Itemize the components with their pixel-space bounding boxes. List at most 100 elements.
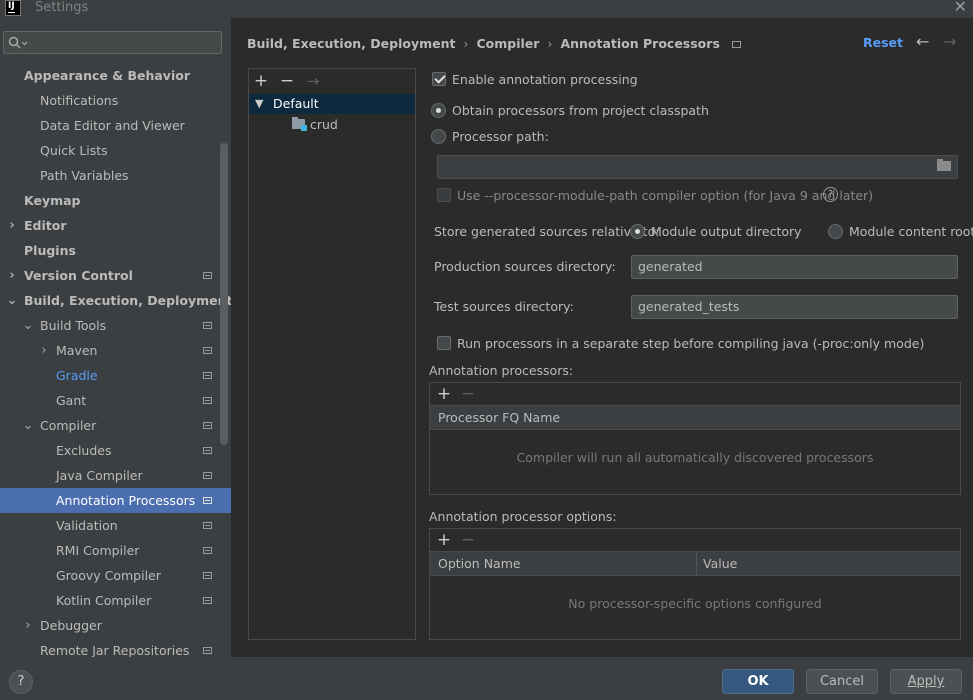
sidebar-item-build-execution-deployment[interactable]: ⌄ Build, Execution, Deployment — [0, 288, 231, 313]
table-header: Processor FQ Name — [430, 405, 960, 430]
close-icon[interactable]: ✕ — [954, 0, 967, 15]
column-processor-fq-name[interactable]: Processor FQ Name — [438, 406, 560, 430]
obtain-from-classpath-label[interactable]: Obtain processors from project classpath — [452, 103, 709, 118]
sidebar-item-rmi-compiler[interactable]: RMI Compiler — [0, 538, 231, 563]
enable-annotation-processing-label[interactable]: Enable annotation processing — [452, 72, 638, 87]
sidebar-item-plugins[interactable]: Plugins — [0, 238, 231, 263]
forward-arrow-icon[interactable]: → — [943, 32, 956, 51]
add-profile-button[interactable]: + — [251, 69, 271, 93]
module-path-option-label[interactable]: Use --processor-module-path compiler opt… — [457, 188, 873, 203]
remove-option-button[interactable]: − — [458, 529, 478, 551]
module-content-root-radio[interactable] — [828, 224, 843, 239]
module-path-option-checkbox[interactable] — [437, 188, 451, 202]
profile-module-crud[interactable]: crud — [249, 115, 415, 135]
project-level-icon — [203, 522, 212, 529]
cancel-button[interactable]: Cancel — [806, 669, 878, 694]
chevron-right-icon[interactable]: › — [6, 213, 18, 238]
obtain-from-classpath-radio[interactable] — [431, 103, 446, 118]
sidebar-scrollbar[interactable] — [220, 143, 228, 445]
sidebar-item-editor[interactable]: › Editor — [0, 213, 231, 238]
add-processor-button[interactable]: + — [434, 383, 454, 405]
add-option-button[interactable]: + — [434, 529, 454, 551]
module-content-root-label[interactable]: Module content root — [849, 224, 973, 239]
empty-processors-text: Compiler will run all automatically disc… — [516, 450, 874, 465]
sidebar-item-kotlin-compiler[interactable]: Kotlin Compiler — [0, 588, 231, 613]
remove-processor-button[interactable]: − — [458, 383, 478, 405]
separate-step-checkbox[interactable] — [437, 336, 451, 350]
title-bar — [0, 0, 973, 18]
column-value[interactable]: Value — [703, 552, 737, 576]
annotation-processors-toolbar: + − — [430, 383, 960, 405]
apply-button[interactable]: Apply — [890, 669, 962, 694]
project-level-icon — [203, 472, 212, 479]
sidebar-item-data-editor-viewer[interactable]: Data Editor and Viewer — [0, 113, 231, 138]
remove-profile-button[interactable]: − — [277, 69, 297, 93]
module-output-directory-radio[interactable] — [630, 224, 645, 239]
profiles-toolbar: + − → — [249, 69, 415, 94]
chevron-right-icon[interactable]: › — [6, 263, 18, 288]
project-level-icon — [203, 397, 212, 404]
sidebar-item-debugger[interactable]: › Debugger — [0, 613, 231, 638]
test-sources-label: Test sources directory: — [434, 299, 574, 314]
production-sources-label: Production sources directory: — [434, 259, 616, 274]
profiles-panel: + − → ▼ Default crud — [248, 68, 416, 640]
sidebar-item-excludes[interactable]: Excludes — [0, 438, 231, 463]
module-output-directory-label[interactable]: Module output directory — [651, 224, 802, 239]
sidebar-item-appearance-behavior[interactable]: Appearance & Behavior — [0, 63, 231, 88]
project-level-icon — [203, 322, 212, 329]
sidebar-item-quick-lists[interactable]: Quick Lists — [0, 138, 231, 163]
separate-step-label[interactable]: Run processors in a separate step before… — [457, 336, 924, 351]
breadcrumb-item[interactable]: Compiler — [476, 36, 539, 51]
chevron-down-icon[interactable]: ⌄ — [22, 313, 34, 338]
annotation-processors-title: Annotation processors: — [429, 363, 574, 378]
profile-default[interactable]: ▼ Default — [249, 94, 415, 114]
window-title: Settings — [35, 0, 89, 15]
settings-sidebar: Appearance & Behavior Notifications Data… — [0, 18, 231, 657]
help-button[interactable]: ? — [9, 670, 33, 694]
processor-path-label[interactable]: Processor path: — [452, 129, 549, 144]
test-sources-field[interactable]: generated_tests — [631, 295, 958, 319]
sidebar-item-build-tools[interactable]: ⌄ Build Tools — [0, 313, 231, 338]
back-arrow-icon[interactable]: ← — [916, 32, 929, 51]
chevron-right-icon[interactable]: › — [22, 613, 34, 638]
project-level-icon — [203, 547, 212, 554]
processor-path-field[interactable] — [437, 155, 958, 179]
store-relative-label: Store generated sources relative to: — [434, 224, 660, 239]
sidebar-item-annotation-processors[interactable]: Annotation Processors — [0, 488, 231, 513]
column-divider[interactable] — [696, 552, 697, 576]
move-module-button[interactable]: → — [303, 69, 323, 93]
sidebar-item-version-control[interactable]: › Version Control — [0, 263, 231, 288]
help-icon[interactable]: ? — [823, 187, 838, 202]
sidebar-item-path-variables[interactable]: Path Variables — [0, 163, 231, 188]
processor-options-title: Annotation processor options: — [429, 509, 617, 524]
breadcrumb-item: Annotation Processors — [560, 36, 720, 51]
sidebar-item-gradle[interactable]: Gradle — [0, 363, 231, 388]
sidebar-item-compiler[interactable]: ⌄ Compiler — [0, 413, 231, 438]
column-option-name[interactable]: Option Name — [438, 552, 521, 576]
browse-folder-icon[interactable] — [937, 159, 951, 171]
module-folder-icon — [292, 117, 307, 131]
chevron-down-icon[interactable]: ▼ — [255, 94, 263, 114]
sidebar-item-groovy-compiler[interactable]: Groovy Compiler — [0, 563, 231, 588]
ok-button[interactable]: OK — [722, 669, 794, 694]
project-level-icon — [203, 372, 212, 379]
sidebar-item-gant[interactable]: Gant — [0, 388, 231, 413]
sidebar-item-java-compiler[interactable]: Java Compiler — [0, 463, 231, 488]
enable-annotation-processing-checkbox[interactable] — [432, 72, 446, 86]
chevron-right-icon[interactable]: › — [38, 338, 50, 363]
processor-options-toolbar: + − — [430, 529, 960, 551]
chevron-down-icon[interactable]: ⌄ — [6, 288, 18, 313]
processor-path-radio[interactable] — [431, 129, 446, 144]
sidebar-item-notifications[interactable]: Notifications — [0, 88, 231, 113]
sidebar-item-keymap[interactable]: Keymap — [0, 188, 231, 213]
sidebar-item-validation[interactable]: Validation — [0, 513, 231, 538]
chevron-down-icon[interactable]: ⌄ — [22, 413, 34, 438]
sidebar-item-remote-jar-repositories[interactable]: Remote Jar Repositories — [0, 638, 231, 657]
production-sources-field[interactable]: generated — [631, 255, 958, 279]
breadcrumb-item[interactable]: Build, Execution, Deployment — [247, 36, 455, 51]
empty-options-text: No processor-specific options configured — [568, 596, 822, 611]
sidebar-item-maven[interactable]: › Maven — [0, 338, 231, 363]
project-level-icon — [203, 447, 212, 454]
settings-search-input[interactable] — [3, 31, 222, 54]
reset-link[interactable]: Reset — [863, 35, 903, 50]
